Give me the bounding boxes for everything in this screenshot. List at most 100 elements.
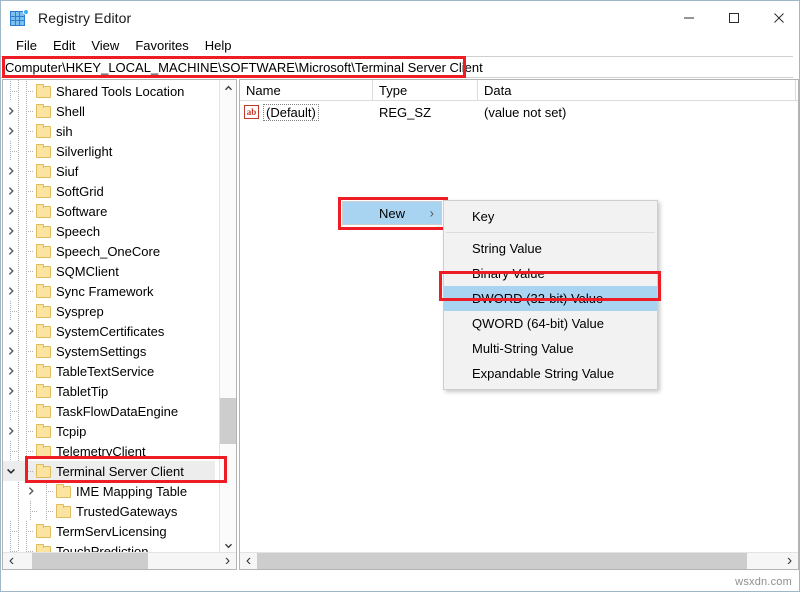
tree-item[interactable]: TaskFlowDataEngine bbox=[3, 401, 215, 421]
tree-item[interactable]: Siuf bbox=[3, 161, 215, 181]
menu-item[interactable]: Key bbox=[444, 204, 657, 229]
chevron-right-icon[interactable] bbox=[3, 261, 19, 281]
tree-item[interactable]: Shell bbox=[3, 101, 215, 121]
chevron-right-icon[interactable] bbox=[3, 221, 19, 241]
tree-item[interactable]: Speech_OneCore bbox=[3, 241, 215, 261]
menu-item[interactable]: Expandable String Value bbox=[444, 361, 657, 386]
tree-item[interactable]: TermServLicensing bbox=[3, 521, 215, 541]
tree-connector bbox=[19, 301, 35, 321]
chevron-right-icon[interactable] bbox=[3, 361, 19, 381]
folder-icon bbox=[35, 461, 52, 481]
column-header[interactable]: Name bbox=[240, 80, 373, 101]
tree-hscroll-thumb[interactable] bbox=[32, 553, 148, 569]
menu-favorites[interactable]: Favorites bbox=[127, 36, 196, 56]
chevron-right-icon[interactable] bbox=[3, 281, 19, 301]
address-bar[interactable]: Computer\HKEY_LOCAL_MACHINE\SOFTWARE\Mic… bbox=[1, 56, 793, 78]
tree-item[interactable]: Silverlight bbox=[3, 141, 215, 161]
tree-item[interactable]: TrustedGateways bbox=[3, 501, 215, 521]
tree-hscroll-left-button[interactable]: ‹ bbox=[3, 553, 20, 569]
tree-item-label: TableTextService bbox=[56, 364, 160, 379]
tree-item[interactable]: Terminal Server Client bbox=[3, 461, 215, 481]
tree-item[interactable]: SystemSettings bbox=[3, 341, 215, 361]
tree-item[interactable]: SQMClient bbox=[3, 261, 215, 281]
tree-item[interactable]: Tcpip bbox=[3, 421, 215, 441]
value-row[interactable]: ab(Default)REG_SZ(value not set) bbox=[240, 101, 798, 121]
new-submenu[interactable]: Key String ValueBinary ValueDWORD (32-bit… bbox=[443, 200, 658, 390]
tree-item-label: TrustedGateways bbox=[76, 504, 183, 519]
tree-hscroll-right-button[interactable]: › bbox=[219, 553, 236, 569]
tree-item[interactable]: Software bbox=[3, 201, 215, 221]
menu-item[interactable]: String Value bbox=[444, 236, 657, 261]
tree-scroll-up-button[interactable] bbox=[220, 80, 237, 97]
tree-item[interactable]: Shared Tools Location bbox=[3, 81, 215, 101]
menu-item[interactable]: DWORD (32-bit) Value bbox=[444, 286, 657, 311]
registry-editor-window: Registry Editor File Edit View Favorites… bbox=[0, 0, 800, 592]
menu-item[interactable]: Binary Value bbox=[444, 261, 657, 286]
tree-connector bbox=[19, 281, 35, 301]
folder-icon bbox=[35, 361, 52, 381]
chevron-right-icon: › bbox=[430, 206, 434, 221]
tree-item-label: Terminal Server Client bbox=[56, 464, 190, 479]
list-hscroll-thumb[interactable] bbox=[257, 553, 747, 569]
context-menu-new-item[interactable]: New › bbox=[342, 201, 442, 225]
close-button[interactable] bbox=[756, 1, 800, 35]
chevron-right-icon[interactable] bbox=[3, 201, 19, 221]
menu-edit[interactable]: Edit bbox=[45, 36, 83, 56]
chevron-down-icon[interactable] bbox=[3, 461, 19, 481]
chevron-right-icon[interactable] bbox=[3, 241, 19, 261]
column-header[interactable]: Data bbox=[478, 80, 796, 101]
list-hscroll-right-button[interactable]: › bbox=[781, 553, 798, 569]
tree-connector bbox=[19, 81, 35, 101]
maximize-button[interactable] bbox=[711, 1, 756, 35]
tree-connector bbox=[3, 301, 19, 321]
tree-item[interactable]: Sysprep bbox=[3, 301, 215, 321]
tree-item[interactable]: SoftGrid bbox=[3, 181, 215, 201]
tree-hscroll-track[interactable] bbox=[20, 553, 219, 569]
menu-item[interactable]: QWORD (64-bit) Value bbox=[444, 311, 657, 336]
tree-item[interactable]: Speech bbox=[3, 221, 215, 241]
tree-item-label: SystemSettings bbox=[56, 344, 152, 359]
tree-item-label: SoftGrid bbox=[56, 184, 110, 199]
chevron-right-icon[interactable] bbox=[3, 161, 19, 181]
tree-item[interactable]: TelemetryClient bbox=[3, 441, 215, 461]
menu-help[interactable]: Help bbox=[197, 36, 240, 56]
minimize-button[interactable] bbox=[666, 1, 711, 35]
tree-item[interactable]: IME Mapping Table bbox=[3, 481, 215, 501]
list-horizontal-scrollbar[interactable]: ‹ › bbox=[240, 552, 798, 569]
chevron-right-icon[interactable] bbox=[23, 481, 39, 501]
folder-icon bbox=[35, 141, 52, 161]
tree-vertical-scrollbar[interactable] bbox=[219, 80, 236, 554]
column-header[interactable]: Type bbox=[373, 80, 478, 101]
tree-connector bbox=[3, 141, 19, 161]
chevron-right-icon[interactable] bbox=[3, 181, 19, 201]
tree-scroll-thumb[interactable] bbox=[220, 398, 237, 444]
chevron-right-icon[interactable] bbox=[3, 121, 19, 141]
chevron-right-icon[interactable] bbox=[3, 321, 19, 341]
tree-item[interactable]: TableTextService bbox=[3, 361, 215, 381]
chevron-right-icon[interactable] bbox=[3, 381, 19, 401]
tree-connector bbox=[19, 461, 35, 481]
tree-item[interactable]: TabletTip bbox=[3, 381, 215, 401]
tree-item[interactable]: Sync Framework bbox=[3, 281, 215, 301]
tree-connector bbox=[19, 121, 35, 141]
tree-horizontal-scrollbar[interactable]: ‹ › bbox=[3, 552, 236, 569]
tree-item-label: Software bbox=[56, 204, 113, 219]
tree-connector bbox=[19, 141, 35, 161]
values-list[interactable]: ab(Default)REG_SZ(value not set) bbox=[240, 101, 798, 121]
tree-connector bbox=[19, 241, 35, 261]
chevron-right-icon[interactable] bbox=[3, 341, 19, 361]
tree-item-label: Shared Tools Location bbox=[56, 84, 190, 99]
chevron-right-icon[interactable] bbox=[3, 101, 19, 121]
tree-item[interactable]: SystemCertificates bbox=[3, 321, 215, 341]
menu-file[interactable]: File bbox=[8, 36, 45, 56]
list-hscroll-track[interactable] bbox=[257, 553, 781, 569]
tree-connector bbox=[19, 441, 35, 461]
menu-view[interactable]: View bbox=[83, 36, 127, 56]
menu-item[interactable]: Multi-String Value bbox=[444, 336, 657, 361]
tree-connector bbox=[3, 441, 19, 461]
tree-item[interactable]: sih bbox=[3, 121, 215, 141]
registry-tree[interactable]: Shared Tools Location ShellsihSilverlight… bbox=[3, 80, 215, 554]
list-hscroll-left-button[interactable]: ‹ bbox=[240, 553, 257, 569]
registry-editor-icon bbox=[10, 9, 28, 27]
chevron-right-icon[interactable] bbox=[3, 421, 19, 441]
